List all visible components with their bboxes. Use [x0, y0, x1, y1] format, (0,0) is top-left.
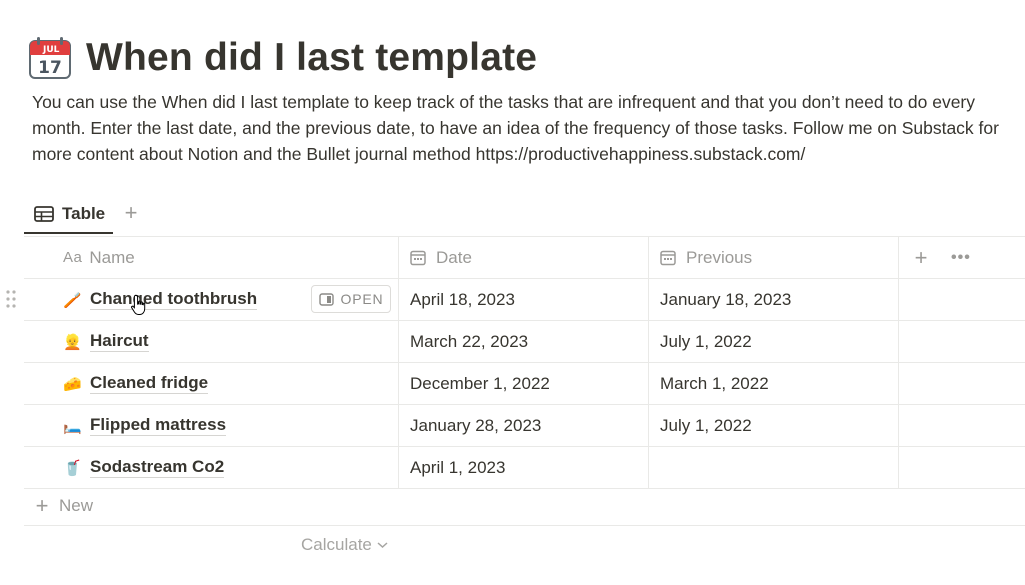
date-cell[interactable]: April 1, 2023	[398, 447, 648, 488]
tab-table-label: Table	[62, 204, 106, 223]
new-row-button[interactable]: + New	[24, 487, 1025, 526]
date-cell[interactable]: January 28, 2023	[398, 405, 648, 446]
text-property-icon: Aa	[63, 249, 83, 266]
previous-cell[interactable]: January 18, 2023	[648, 279, 898, 320]
row-title[interactable]: Cleaned fridge	[90, 373, 209, 394]
column-header-label: Previous	[686, 247, 753, 267]
open-page-icon	[318, 292, 334, 306]
calendar-icon	[660, 250, 676, 265]
open-button[interactable]: OPEN	[311, 285, 391, 313]
table-row[interactable]: 🪥 Changed toothbrush OPEN April 18, 2023…	[24, 278, 1025, 320]
add-view-button[interactable]: +	[120, 202, 142, 224]
page-title-row: JUL 17 When did I last template	[28, 30, 537, 86]
column-header-actions: + •••	[898, 237, 1025, 278]
column-header-name[interactable]: Aa Name	[24, 237, 398, 278]
tab-table[interactable]: Table	[24, 196, 113, 234]
date-cell[interactable]: December 1, 2022	[398, 363, 648, 404]
row-title[interactable]: Flipped mattress	[90, 415, 227, 436]
calculate-label: Calculate	[301, 535, 372, 554]
chevron-down-icon	[377, 542, 388, 549]
name-cell[interactable]: 🛏️ Flipped mattress	[24, 405, 398, 446]
database-table: Aa Name Date Previous + ••• 🪥 Changed to…	[24, 236, 1025, 489]
more-options-icon[interactable]: •••	[951, 249, 971, 267]
empty-cell	[898, 447, 1025, 488]
add-property-button[interactable]: +	[911, 245, 931, 271]
date-cell[interactable]: April 18, 2023	[398, 279, 648, 320]
empty-cell	[898, 279, 1025, 320]
calendar-month: JUL	[42, 45, 60, 55]
previous-cell[interactable]: July 1, 2022	[648, 321, 898, 362]
name-cell[interactable]: 🧀 Cleaned fridge	[24, 363, 398, 404]
previous-cell[interactable]	[648, 447, 898, 488]
person-icon: 👱	[63, 333, 82, 351]
cheese-icon: 🧀	[63, 375, 82, 393]
column-header-label: Date	[436, 247, 472, 267]
calendar-icon: JUL 17	[29, 37, 71, 79]
plus-icon: +	[124, 200, 138, 225]
table-icon	[34, 206, 54, 222]
page-description: You can use the When did I last template…	[32, 92, 999, 164]
table-row[interactable]: 🛏️ Flipped mattress January 28, 2023 Jul…	[24, 404, 1025, 446]
table-row[interactable]: 🧀 Cleaned fridge December 1, 2022 March …	[24, 362, 1025, 404]
hand-cursor-icon	[131, 294, 146, 315]
empty-cell	[898, 321, 1025, 362]
name-cell[interactable]: 🥤 Sodastream Co2	[24, 447, 398, 488]
name-cell[interactable]: 👱 Haircut	[24, 321, 398, 362]
new-row-label: New	[59, 496, 94, 515]
table-header-row: Aa Name Date Previous + •••	[24, 236, 1025, 278]
empty-cell	[898, 363, 1025, 404]
cup-icon: 🥤	[63, 459, 82, 477]
calculate-button[interactable]: Calculate	[301, 535, 388, 555]
plus-icon: +	[35, 493, 49, 518]
drag-handle-icon[interactable]	[5, 288, 17, 310]
previous-cell[interactable]: March 1, 2022	[648, 363, 898, 404]
column-header-previous[interactable]: Previous	[648, 237, 898, 278]
row-title[interactable]: Changed toothbrush	[90, 289, 258, 310]
page-title: When did I last template	[86, 36, 538, 79]
view-tabs: Table +	[24, 196, 1025, 236]
previous-cell[interactable]: July 1, 2022	[648, 405, 898, 446]
date-cell[interactable]: March 22, 2023	[398, 321, 648, 362]
empty-cell	[898, 405, 1025, 446]
name-cell[interactable]: 🪥 Changed toothbrush OPEN	[24, 279, 398, 320]
column-header-label: Name	[89, 247, 135, 267]
bed-icon: 🛏️	[63, 417, 82, 435]
table-row[interactable]: 🥤 Sodastream Co2 April 1, 2023	[24, 446, 1025, 489]
column-header-date[interactable]: Date	[398, 237, 648, 278]
toothbrush-icon: 🪥	[63, 291, 82, 309]
open-button-label: OPEN	[340, 291, 384, 307]
table-row[interactable]: 👱 Haircut March 22, 2023 July 1, 2022	[24, 320, 1025, 362]
calendar-icon	[410, 250, 426, 265]
calendar-day: 17	[38, 58, 62, 78]
row-title[interactable]: Haircut	[90, 331, 149, 352]
row-title[interactable]: Sodastream Co2	[90, 457, 225, 478]
